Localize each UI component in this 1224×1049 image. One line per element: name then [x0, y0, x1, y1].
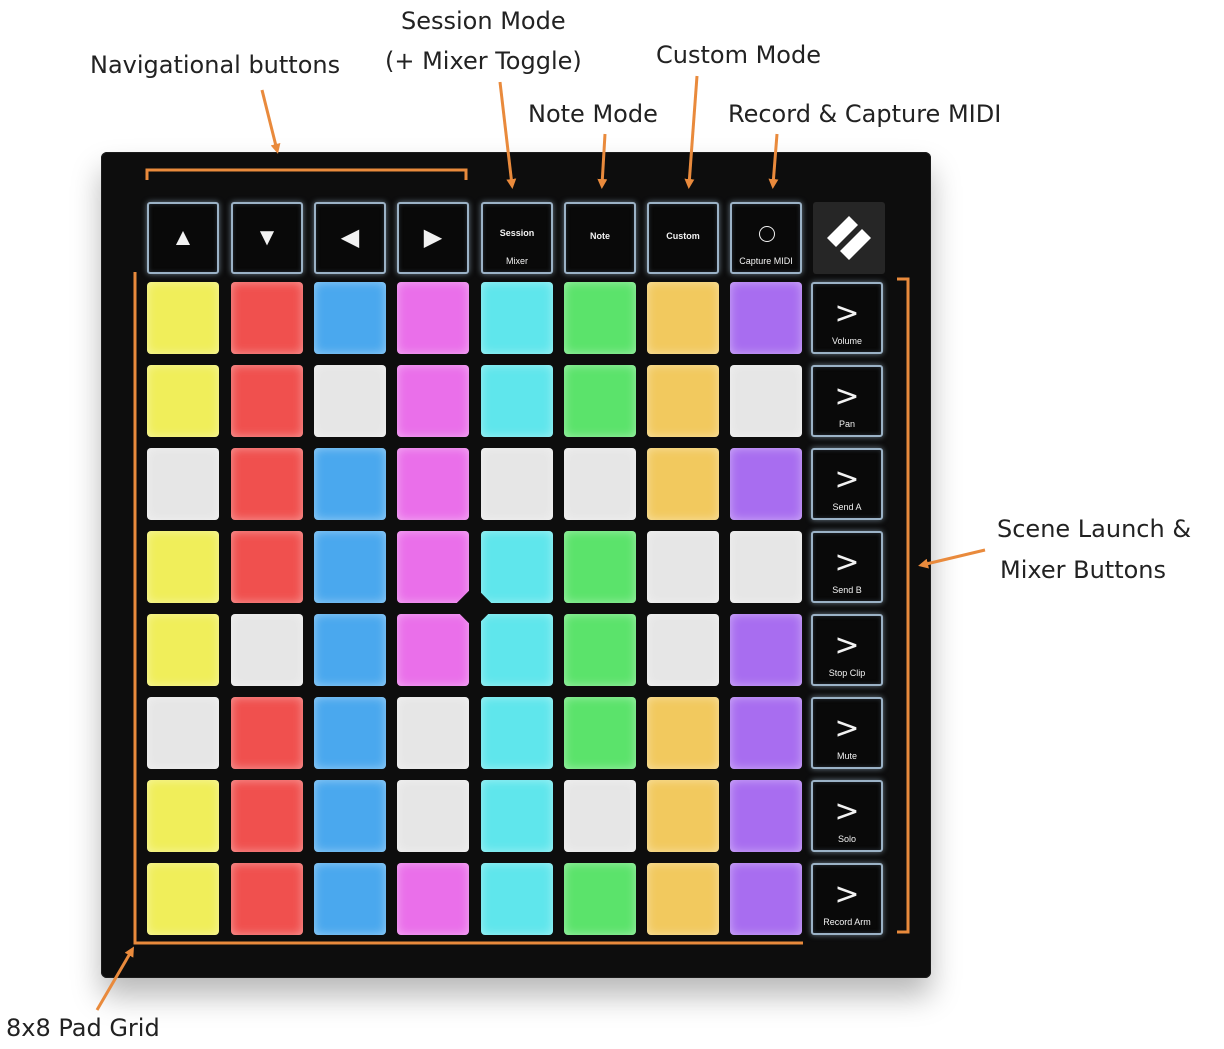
nav-arrow: [260, 89, 281, 154]
session-arrow: [498, 81, 517, 189]
grid-bracket: [133, 272, 803, 945]
nav-bracket: [145, 168, 468, 180]
scene-bracket: [897, 277, 910, 934]
annotation-overlay: [95, 75, 986, 1011]
grid-arrow: [95, 946, 135, 1011]
record-arrow: [768, 133, 779, 189]
custom-arrow: [684, 75, 699, 189]
note-arrow: [597, 133, 608, 189]
scene-arrow: [918, 548, 986, 569]
